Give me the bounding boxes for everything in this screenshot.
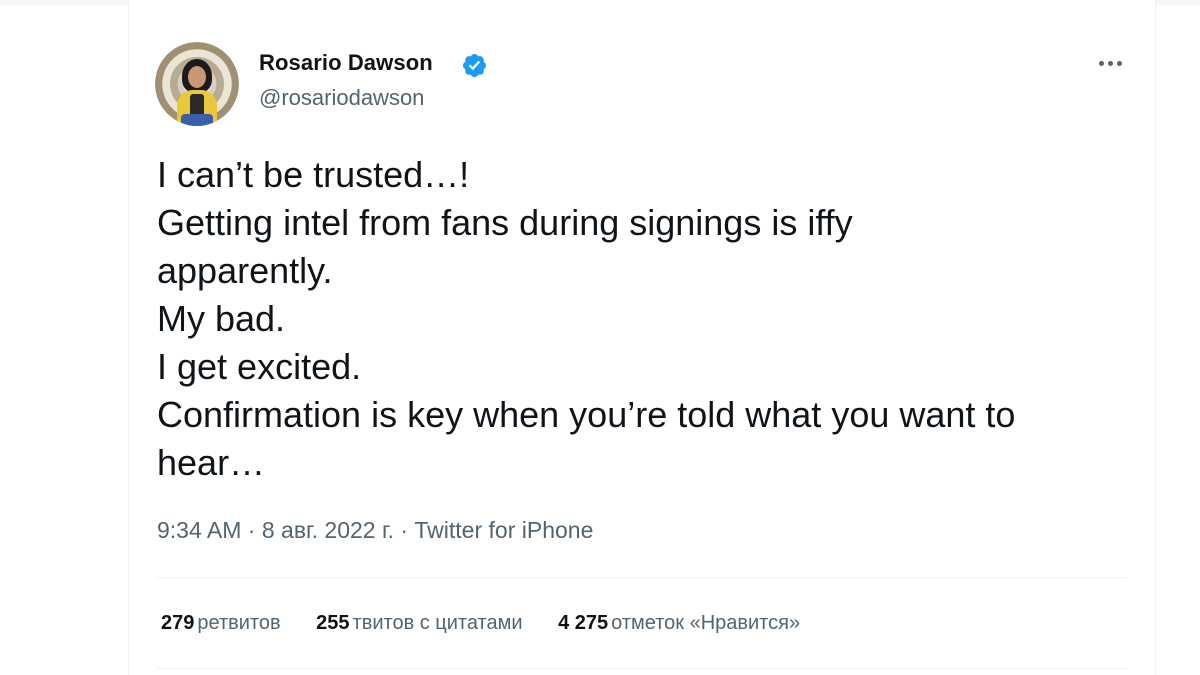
- meta-separator: ·: [241, 517, 262, 543]
- quotes-stat[interactable]: 255 твитов с цитатами: [316, 608, 522, 638]
- more-options-icon[interactable]: [1096, 51, 1126, 75]
- likes-stat[interactable]: 4 275 отметок «Нравится»: [558, 608, 800, 638]
- tweet-text-line: Confirmation is key when you’re told wha…: [157, 394, 1016, 435]
- tweet-text: I can’t be trusted…! Getting intel from …: [157, 151, 1137, 487]
- tweet-text-line: My bad.: [157, 298, 286, 339]
- tweet-time[interactable]: 9:34 AM: [157, 517, 241, 543]
- verified-badge-icon: [462, 53, 487, 78]
- bottom-divider: [157, 668, 1127, 669]
- likes-label: отметок «Нравится»: [611, 612, 801, 634]
- meta-separator: ·: [393, 517, 415, 543]
- tweet-text-line: I get excited.: [157, 346, 362, 387]
- author-avatar[interactable]: [155, 42, 239, 126]
- tweet-text-line: I can’t be trusted…!: [157, 154, 470, 195]
- tweet-stats: 279 ретвитов 255 твитов с цитатами 4 275 от…: [161, 608, 830, 638]
- likes-count: 4 275: [558, 612, 609, 634]
- tweet-date[interactable]: 8 авг. 2022 г.: [262, 517, 394, 543]
- author-name[interactable]: Rosario Dawson: [259, 49, 433, 77]
- tweet-page: Rosario Dawson @rosariodawson I can’t be…: [0, 0, 1200, 675]
- retweets-stat[interactable]: 279 ретвитов: [161, 608, 281, 638]
- retweets-label: ретвитов: [197, 612, 281, 634]
- avatar-legs: [181, 114, 213, 126]
- quotes-label: твитов с цитатами: [352, 612, 523, 634]
- tweet-source[interactable]: Twitter for iPhone: [414, 517, 593, 543]
- quotes-count: 255: [316, 612, 350, 634]
- tweet-text-line: apparently.: [157, 250, 333, 291]
- retweets-count: 279: [161, 612, 195, 634]
- tweet-text-line: hear…: [157, 442, 266, 483]
- tweet-meta: 9:34 AM · 8 авг. 2022 г. · Twitter for i…: [157, 515, 593, 545]
- author-handle[interactable]: @rosariodawson: [259, 84, 424, 112]
- divider: [157, 577, 1127, 578]
- avatar-face: [188, 66, 206, 88]
- tweet-text-line: Getting intel from fans during signings …: [157, 202, 853, 243]
